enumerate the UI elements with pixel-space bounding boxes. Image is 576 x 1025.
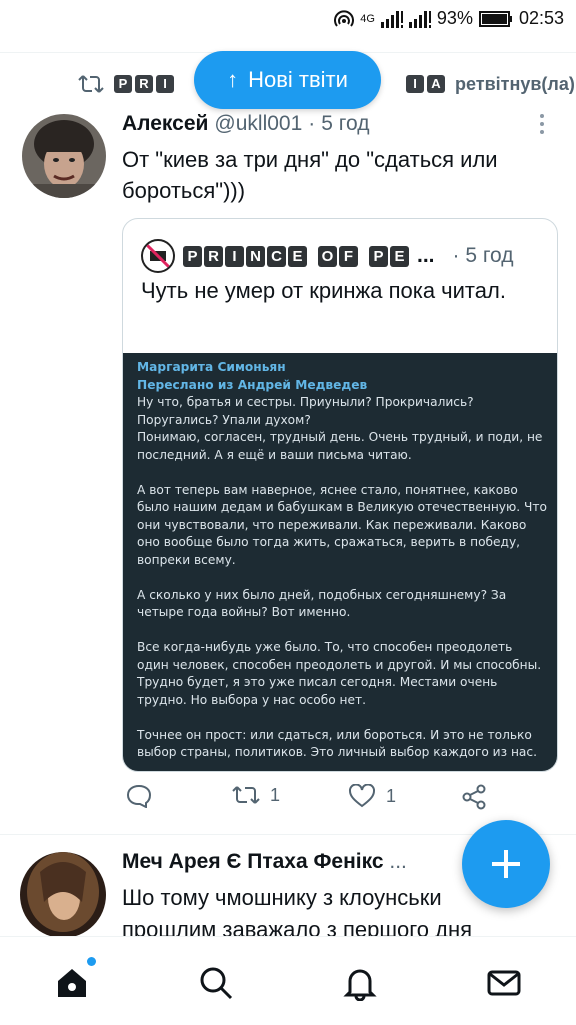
quote-header: PRINCEOFPE ... · 5 год	[141, 239, 514, 273]
search-icon	[200, 967, 233, 1000]
quoted-tweet[interactable]: PRINCEOFPE ... · 5 год Чуть не умер от к…	[122, 218, 558, 772]
signal-icon-2	[408, 10, 431, 28]
more-options-icon[interactable]	[538, 114, 546, 136]
avatar[interactable]	[22, 114, 106, 198]
quote-name-letter: O	[318, 245, 337, 267]
flag-icon: Є	[226, 850, 242, 873]
quote-text: Чуть не умер от кринжа пока читал.	[141, 278, 506, 303]
reply-button[interactable]	[126, 784, 152, 808]
nav-search[interactable]	[196, 963, 236, 1003]
tweet-author-line[interactable]: Алексей @ukll001 · 5 год	[122, 112, 369, 136]
retweet-icon	[232, 786, 260, 804]
clock: 02:53	[518, 8, 564, 28]
tweet-age: 5 год	[321, 112, 370, 135]
battery-icon	[478, 10, 512, 27]
message-sender: Маргарита Симоньян	[137, 360, 286, 374]
tweet-actions: 1 1	[122, 784, 562, 820]
nav-messages[interactable]	[484, 963, 524, 1003]
quote-name-letter: P	[183, 245, 202, 267]
new-tweets-label: Нові твіти	[248, 67, 348, 92]
retweet-icon	[78, 75, 104, 93]
quote-name-letter: C	[267, 245, 286, 267]
status-icons: 4G 93% 02:53	[334, 8, 564, 29]
tweet2-ellipsis: ...	[389, 850, 407, 873]
notifications-icon	[343, 969, 377, 1001]
arrow-up-icon: ↑	[227, 67, 239, 92]
message-paragraph: Ну что, братья и сестры. Приуныли? Прокр…	[137, 395, 543, 462]
status-bar: 4G 93% 02:53	[0, 0, 576, 40]
nav-home[interactable]	[52, 957, 96, 1003]
author-name[interactable]: Алексей	[122, 112, 208, 136]
retweet-button[interactable]: 1	[232, 784, 280, 806]
quote-age: · 5 год	[452, 244, 514, 267]
tweet2-author-tail[interactable]: Птаха Фенікс	[247, 850, 383, 873]
battery-percent: 93%	[436, 8, 473, 28]
message-paragraph: А вот теперь вам наверное, яснее стало, …	[137, 482, 547, 567]
quote-name-letter: P	[369, 245, 388, 267]
quote-name-word: PE	[369, 245, 409, 267]
reply-icon	[126, 784, 152, 808]
like-button[interactable]: 1	[348, 784, 396, 808]
message-paragraph: Все когда-нибудь уже было. То, что спосо…	[137, 640, 542, 707]
compose-tweet-button[interactable]	[462, 820, 550, 908]
hotspot-icon	[334, 9, 355, 27]
retweet-label: ретвітнув(ла)	[455, 73, 575, 94]
tweet-text: От "киев за три дня" до "сдаться или бор…	[122, 147, 498, 203]
quote-author-name: PRINCEOFPE	[183, 245, 409, 267]
plus-icon	[492, 850, 520, 878]
quote-name-word: PRINCE	[183, 245, 307, 267]
messages-icon	[487, 970, 521, 996]
tweet2-text-line: прошлим заважало з першого дня	[122, 917, 473, 938]
author-handle[interactable]: @ukll001	[214, 112, 302, 136]
network-type: 4G	[360, 12, 375, 25]
message-forwarded-from: Переслано из Андрей Медведев	[137, 377, 368, 392]
quote-name-letter: F	[339, 245, 358, 267]
avatar[interactable]	[20, 852, 106, 938]
notification-dot	[87, 957, 96, 966]
tweet2-author-line[interactable]: Меч Арея Є Птаха Фенікс ...	[122, 850, 407, 874]
meta-separator: ·	[308, 112, 316, 135]
image-message: Маргарита Симоньян Переслано из Андрей М…	[137, 359, 547, 771]
message-paragraph: Точнее он прост: или сдаться, или бороть…	[137, 727, 537, 760]
share-icon	[462, 784, 486, 810]
quote-name-letter: E	[288, 245, 307, 267]
retweet-count: 1	[270, 784, 281, 805]
message-paragraph: А сколько у них было дней, подобных сего…	[137, 587, 507, 620]
bottom-navigation	[0, 936, 576, 1025]
quote-name-letter: N	[246, 245, 265, 267]
quote-name-letter: I	[225, 245, 244, 267]
home-icon	[58, 969, 86, 997]
new-tweets-button[interactable]: ↑ Нові твіти	[194, 51, 381, 109]
signal-icon	[380, 10, 403, 28]
quote-image-screenshot[interactable]: Маргарита Симоньян Переслано из Андрей М…	[123, 353, 557, 771]
quote-ellipsis: ...	[417, 244, 435, 267]
quote-name-letter: R	[204, 245, 223, 267]
quote-avatar	[141, 239, 175, 273]
quote-name-word: OF	[318, 245, 358, 267]
tweet2-author-name[interactable]: Меч Арея	[122, 850, 221, 873]
quote-name-letter: E	[390, 245, 409, 267]
heart-icon	[349, 784, 375, 808]
nav-notifications[interactable]	[340, 963, 380, 1003]
like-count: 1	[386, 785, 397, 806]
share-button[interactable]	[462, 784, 488, 810]
